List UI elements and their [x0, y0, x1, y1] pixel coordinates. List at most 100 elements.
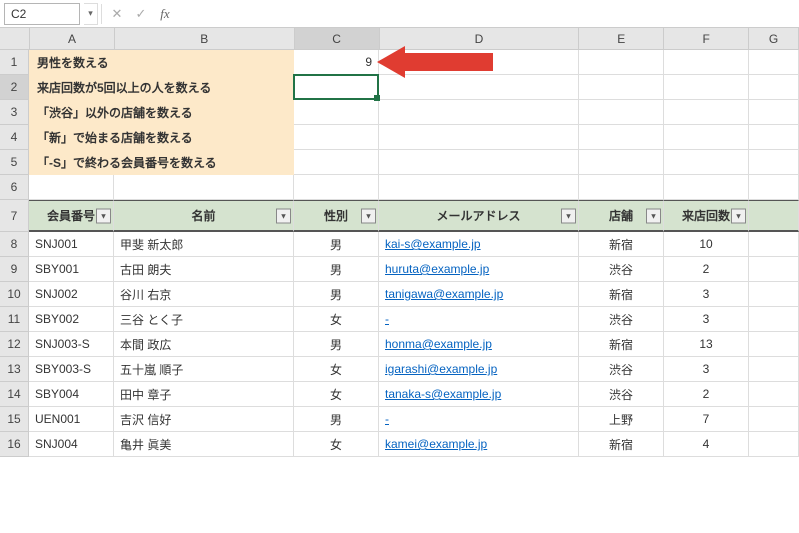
- col-header-G[interactable]: G: [749, 28, 799, 50]
- row-header-12[interactable]: 12: [0, 332, 29, 357]
- cell[interactable]: [114, 175, 294, 200]
- member-id[interactable]: SNJ003-S: [29, 332, 114, 357]
- row-header-1[interactable]: 1: [0, 50, 29, 75]
- table-header[interactable]: 店舗▾: [579, 200, 664, 232]
- cell[interactable]: [749, 175, 799, 200]
- member-name[interactable]: 三谷 とく子: [114, 307, 294, 332]
- cell[interactable]: [749, 257, 799, 282]
- store[interactable]: 新宿: [579, 282, 664, 307]
- select-all-corner[interactable]: [0, 28, 30, 50]
- cell-c2[interactable]: [294, 75, 379, 100]
- cell[interactable]: [749, 407, 799, 432]
- cell[interactable]: [749, 200, 799, 232]
- cell[interactable]: [379, 175, 579, 200]
- cell[interactable]: [579, 50, 664, 75]
- cell[interactable]: [749, 307, 799, 332]
- member-name[interactable]: 本間 政広: [114, 332, 294, 357]
- row-header-11[interactable]: 11: [0, 307, 29, 332]
- table-header[interactable]: 会員番号▾: [29, 200, 114, 232]
- member-id[interactable]: SNJ004: [29, 432, 114, 457]
- cell[interactable]: [579, 125, 664, 150]
- table-header[interactable]: 性別▾: [294, 200, 379, 232]
- cell[interactable]: [664, 175, 749, 200]
- row-header-13[interactable]: 13: [0, 357, 29, 382]
- store[interactable]: 新宿: [579, 232, 664, 257]
- cell[interactable]: [579, 75, 664, 100]
- cell-c1[interactable]: 9: [294, 50, 379, 75]
- member-id[interactable]: SBY002: [29, 307, 114, 332]
- visits[interactable]: 3: [664, 307, 749, 332]
- member-name[interactable]: 田中 章子: [114, 382, 294, 407]
- name-box-dropdown[interactable]: ▾: [84, 3, 98, 25]
- member-id[interactable]: SBY004: [29, 382, 114, 407]
- filter-icon[interactable]: ▾: [646, 208, 661, 223]
- cell[interactable]: [749, 282, 799, 307]
- store[interactable]: 渋谷: [579, 357, 664, 382]
- cell[interactable]: [294, 175, 379, 200]
- gender[interactable]: 男: [294, 407, 379, 432]
- visits[interactable]: 13: [664, 332, 749, 357]
- row-header-16[interactable]: 16: [0, 432, 29, 457]
- cell[interactable]: [749, 125, 799, 150]
- visits[interactable]: 4: [664, 432, 749, 457]
- cell[interactable]: [749, 50, 799, 75]
- email[interactable]: huruta@example.jp: [379, 257, 579, 282]
- cell[interactable]: [379, 125, 579, 150]
- cell[interactable]: [749, 432, 799, 457]
- row-header-2[interactable]: 2: [0, 75, 29, 100]
- visits[interactable]: 3: [664, 282, 749, 307]
- visits[interactable]: 7: [664, 407, 749, 432]
- col-header-C[interactable]: C: [295, 28, 380, 50]
- email[interactable]: igarashi@example.jp: [379, 357, 579, 382]
- cell[interactable]: [664, 100, 749, 125]
- visits[interactable]: 2: [664, 382, 749, 407]
- cell[interactable]: [579, 150, 664, 175]
- email[interactable]: tanigawa@example.jp: [379, 282, 579, 307]
- member-id[interactable]: SNJ001: [29, 232, 114, 257]
- store[interactable]: 上野: [579, 407, 664, 432]
- col-header-A[interactable]: A: [30, 28, 115, 50]
- row-header-4[interactable]: 4: [0, 125, 29, 150]
- row-header-15[interactable]: 15: [0, 407, 29, 432]
- table-header[interactable]: メールアドレス▾: [379, 200, 579, 232]
- filter-icon[interactable]: ▾: [361, 208, 376, 223]
- col-header-D[interactable]: D: [380, 28, 580, 50]
- email[interactable]: honma@example.jp: [379, 332, 579, 357]
- cell[interactable]: [379, 75, 579, 100]
- gender[interactable]: 男: [294, 282, 379, 307]
- row-header-7[interactable]: 7: [0, 200, 29, 232]
- cell[interactable]: [379, 150, 579, 175]
- email-link[interactable]: -: [385, 412, 389, 426]
- cell[interactable]: [749, 75, 799, 100]
- cell-c5[interactable]: [294, 150, 379, 175]
- cell-c4[interactable]: [294, 125, 379, 150]
- table-header[interactable]: 名前▾: [114, 200, 294, 232]
- email-link[interactable]: tanigawa@example.jp: [385, 287, 503, 301]
- store[interactable]: 新宿: [579, 332, 664, 357]
- email-link[interactable]: huruta@example.jp: [385, 262, 489, 276]
- store[interactable]: 渋谷: [579, 382, 664, 407]
- gender[interactable]: 男: [294, 232, 379, 257]
- gender[interactable]: 女: [294, 357, 379, 382]
- email[interactable]: tanaka-s@example.jp: [379, 382, 579, 407]
- store[interactable]: 渋谷: [579, 257, 664, 282]
- table-header[interactable]: 来店回数▾: [664, 200, 749, 232]
- member-name[interactable]: 五十嵐 順子: [114, 357, 294, 382]
- member-id[interactable]: UEN001: [29, 407, 114, 432]
- email-link[interactable]: honma@example.jp: [385, 337, 492, 351]
- cell[interactable]: [379, 100, 579, 125]
- cell[interactable]: [749, 232, 799, 257]
- cell[interactable]: [664, 150, 749, 175]
- row-header-6[interactable]: 6: [0, 175, 29, 200]
- row-header-9[interactable]: 9: [0, 257, 29, 282]
- member-id[interactable]: SBY003-S: [29, 357, 114, 382]
- email-link[interactable]: -: [385, 312, 389, 326]
- member-name[interactable]: 吉沢 信好: [114, 407, 294, 432]
- cell[interactable]: [664, 75, 749, 100]
- visits[interactable]: 3: [664, 357, 749, 382]
- col-header-E[interactable]: E: [579, 28, 664, 50]
- email-link[interactable]: kamei@example.jp: [385, 437, 487, 451]
- email[interactable]: -: [379, 407, 579, 432]
- store[interactable]: 新宿: [579, 432, 664, 457]
- gender[interactable]: 男: [294, 332, 379, 357]
